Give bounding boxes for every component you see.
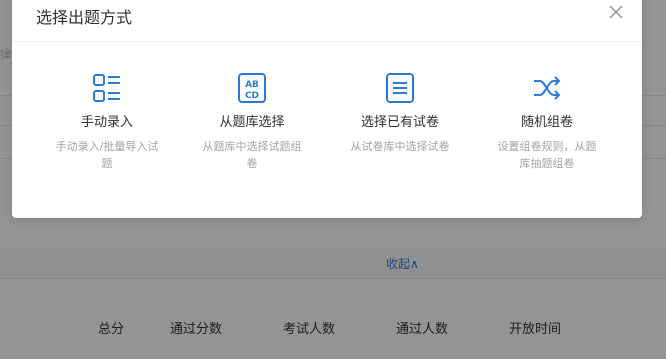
svg-text:AB: AB — [245, 80, 259, 90]
option-title: 选择已有试卷 — [360, 115, 439, 130]
question-method-dialog: 选择出题方式 手动录入 手动录入/批量导入试题 AB CD 从题库选择 从题库中… — [12, 0, 642, 218]
option-description: 从题库中选择试题组卷 — [202, 140, 302, 170]
option-manual-entry[interactable]: 手动录入 手动录入/批量导入试题 — [47, 72, 167, 172]
option-title: 随机组卷 — [520, 115, 573, 130]
shuffle-icon — [534, 76, 561, 100]
option-title: 从题库选择 — [219, 115, 285, 130]
list-icon — [93, 74, 120, 102]
svg-text:CD: CD — [245, 91, 259, 101]
option-description: 设置组卷规则，从题库抽题组卷 — [497, 140, 597, 170]
abcd-icon: AB CD — [238, 73, 266, 103]
close-icon — [609, 5, 623, 19]
option-from-question-bank[interactable]: AB CD 从题库选择 从题库中选择试题组卷 — [192, 72, 312, 172]
option-description: 从试卷库中选择试卷 — [350, 140, 450, 153]
dialog-header-divider — [12, 41, 642, 42]
option-random-paper[interactable]: 随机组卷 设置组卷规则，从题库抽题组卷 — [487, 72, 607, 172]
option-description: 手动录入/批量导入试题 — [55, 140, 159, 170]
dialog-title: 选择出题方式 — [36, 8, 133, 27]
option-existing-paper[interactable]: 选择已有试卷 从试卷库中选择试卷 — [340, 72, 460, 155]
close-button[interactable] — [606, 2, 626, 22]
option-title: 手动录入 — [80, 115, 133, 130]
document-list-icon — [386, 73, 414, 103]
